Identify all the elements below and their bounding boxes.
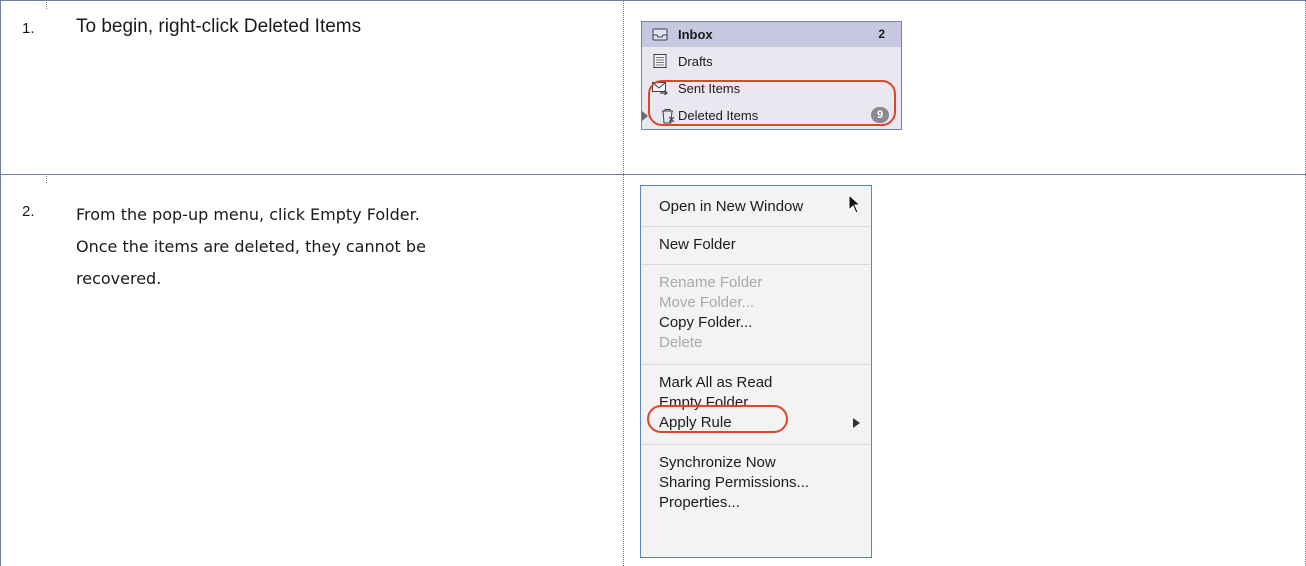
drafts-icon — [652, 54, 668, 68]
unread-count: 2 — [878, 27, 885, 41]
submenu-arrow-icon — [853, 418, 860, 428]
number-column-divider — [46, 0, 47, 9]
folder-label: Inbox — [678, 27, 713, 42]
step-text-line: recovered. — [76, 269, 162, 288]
menu-item-copy-folder[interactable]: Copy Folder... — [659, 314, 752, 331]
mouse-pointer-icon — [848, 193, 862, 219]
menu-separator — [642, 226, 870, 227]
menu-separator — [642, 444, 870, 445]
folder-context-menu: Open in New Window New Folder Rename Fol… — [640, 185, 872, 558]
menu-item-new-folder[interactable]: New Folder — [659, 236, 736, 253]
menu-item-open-in-new-window[interactable]: Open in New Window — [659, 198, 803, 215]
folder-item-drafts[interactable]: Drafts — [642, 49, 901, 74]
empty-folder-highlight — [647, 405, 788, 433]
menu-item-synchronize-now[interactable]: Synchronize Now — [659, 454, 776, 471]
step-number: 1. — [22, 20, 35, 37]
deleted-items-highlight — [648, 80, 896, 126]
menu-item-rename-folder: Rename Folder — [659, 274, 763, 291]
number-column-divider — [46, 174, 47, 183]
step-text: To begin, right-click Deleted Items — [76, 16, 362, 37]
menu-item-sharing-permissions[interactable]: Sharing Permissions... — [659, 474, 809, 491]
folder-item-inbox[interactable]: Inbox 2 — [642, 22, 901, 47]
menu-item-delete: Delete — [659, 334, 703, 351]
menu-item-move-folder: Move Folder... — [659, 294, 755, 311]
step-text-line: From the pop-up menu, click Empty Folder… — [76, 205, 420, 224]
menu-item-mark-all-as-read[interactable]: Mark All as Read — [659, 374, 772, 391]
step-number: 2. — [22, 203, 35, 220]
menu-separator — [642, 364, 870, 365]
step-text: From the pop-up menu, click Empty Folder… — [76, 199, 516, 295]
folder-label: Drafts — [678, 54, 713, 69]
column-divider — [623, 0, 624, 566]
step-text-line: Once the items are deleted, they cannot … — [76, 237, 426, 256]
menu-separator — [642, 264, 870, 265]
table-top-border — [0, 0, 1306, 1]
row-divider — [0, 174, 1306, 175]
table-left-border — [0, 0, 1, 566]
menu-item-properties[interactable]: Properties... — [659, 494, 740, 511]
inbox-icon — [652, 27, 668, 41]
